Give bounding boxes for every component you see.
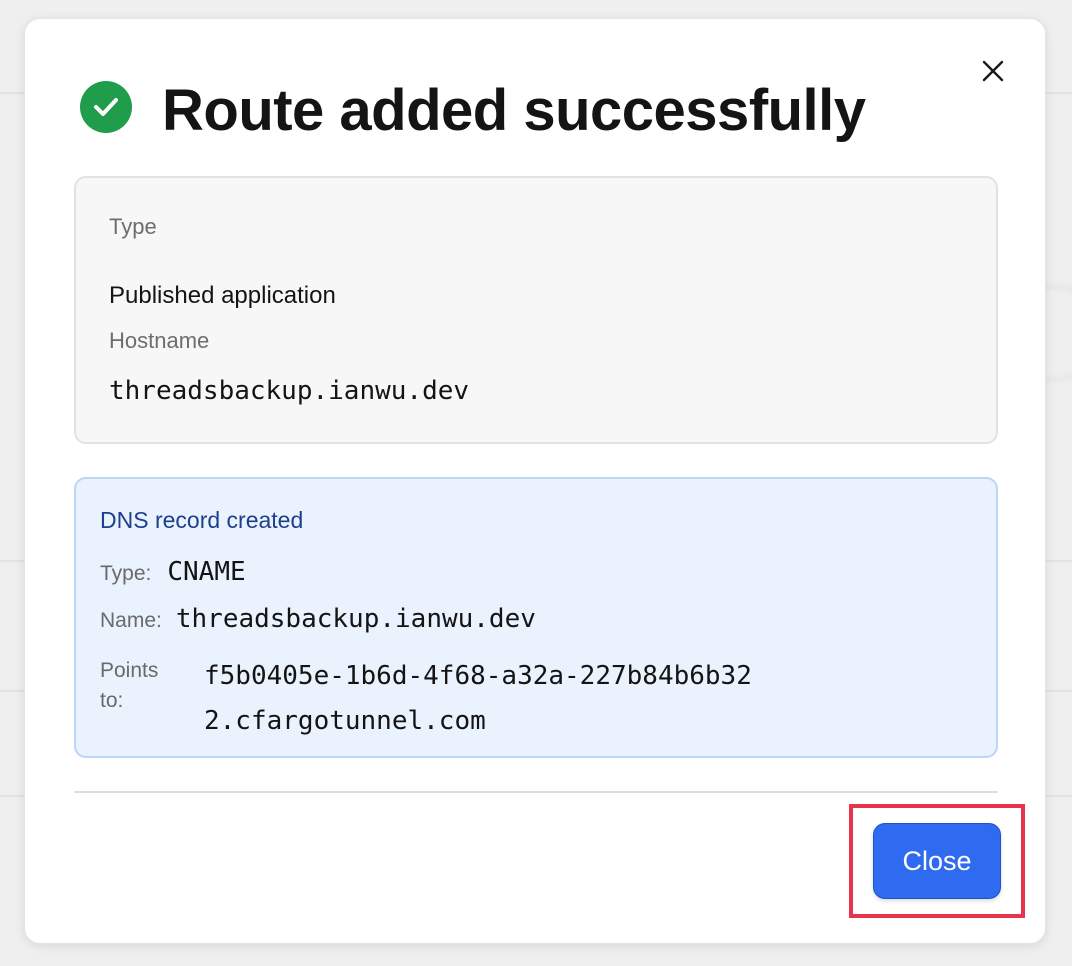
dialog-title: Route added successfully (162, 78, 866, 143)
dns-type-value: CNAME (167, 557, 246, 587)
dns-record-title: DNS record created (100, 507, 304, 533)
dns-record-card: DNS record created Type: CNAME Name: thr… (74, 477, 998, 758)
close-icon[interactable] (979, 57, 1007, 85)
route-details-card: Type Published application Hostname thre… (74, 176, 998, 444)
dns-name-label: Name: (100, 609, 162, 632)
dns-type-row: Type: CNAME (100, 557, 246, 587)
dialog-header: Route added successfully (80, 74, 866, 140)
dns-name-row: Name: threadsbackup.ianwu.dev (100, 604, 536, 634)
close-button[interactable]: Close (873, 823, 1001, 899)
dns-name-value: threadsbackup.ianwu.dev (175, 604, 536, 634)
dns-points-to-label: Points to: (100, 659, 159, 712)
footer-divider (74, 791, 998, 793)
route-type-label: Type (109, 214, 157, 239)
route-type-value: Published application (109, 282, 336, 309)
hostname-value: threadsbackup.ianwu.dev (109, 376, 470, 406)
dns-points-to-value: f5b0405e-1b6d-4f68-a32a-227b84b6b322.cfa… (204, 661, 752, 736)
check-circle-icon (80, 81, 132, 133)
success-dialog: Route added successfully Type Published … (24, 18, 1046, 944)
dns-type-label: Type: (100, 562, 152, 585)
hostname-label: Hostname (109, 328, 210, 353)
